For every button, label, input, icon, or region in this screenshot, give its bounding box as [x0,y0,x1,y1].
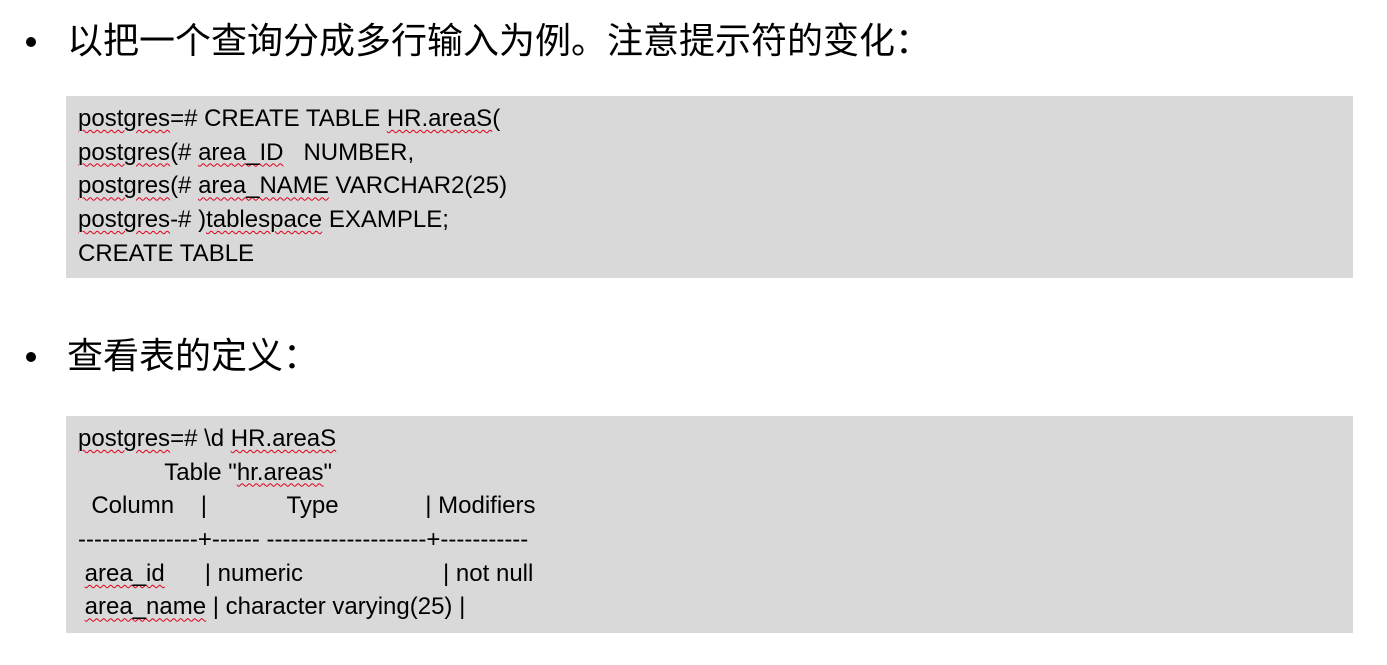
code-token-flagged: postgres [78,425,171,452]
code-line: postgres(# area_ID NUMBER, [78,136,1353,170]
bullet-dot-icon [26,37,36,47]
code-token: =# CREATE TABLE [170,105,387,132]
bullet-item-1: 以把一个查询分成多行输入为例。注意提示符的变化： [26,20,931,64]
code-token-flagged: hr.areas [236,458,324,486]
code-line: postgres(# area_NAME VARCHAR2(25) [78,169,1353,203]
code-line: CREATE TABLE [78,237,1353,271]
code-line: postgres=# \d HR.areaS [78,422,1353,456]
code-token: " [323,458,333,486]
code-line: Column | Type | Modifiers [78,489,1353,523]
code-token-flagged: area_name [84,593,207,621]
code-token-flagged: HR.areaS [386,105,493,132]
code-token: NUMBER, [283,138,415,166]
code-token: -# ) [170,206,207,234]
code-token-flagged: HR.areaS [230,425,337,452]
code-token-flagged: postgres [78,105,171,132]
code-token-flagged: area_ID [198,138,284,166]
code-token: EXAMPLE; [322,206,449,234]
section1-heading: 以把一个查询分成多行输入为例。注意提示符的变化： [67,21,932,62]
code-token: ( [492,105,501,132]
code-line: ---------------+------ -----------------… [78,523,1353,557]
code-line: Table "hr.areas" [78,456,1353,490]
code-token-flagged: postgres [78,172,171,200]
code-token-flagged: tablespace [206,206,323,234]
code-line: area_name | character varying(25) | [78,590,1353,624]
code-token-flagged: area_id [84,559,165,587]
code-token: VARCHAR2(25) [328,172,508,200]
code-token: (# [170,138,199,166]
code-token: | character varying(25) | [206,593,466,621]
code-token: Column | Type | Modifiers [78,492,536,520]
code-token: Table " [78,458,237,486]
code-block-describe-table: postgres=# \d HR.areaS Table "hr.areas" … [66,416,1353,633]
section2-heading: 查看表的定义： [67,336,320,377]
code-token-flagged: area_NAME [198,172,329,200]
bullet-item-2: 查看表的定义： [26,335,319,379]
code-token: ---------------+------ -----------------… [78,526,529,554]
code-token: (# [170,172,199,200]
code-block-create-table: postgres=# CREATE TABLE HR.areaS(postgre… [66,96,1353,278]
code-token-flagged: postgres [78,138,171,166]
code-line: postgres=# CREATE TABLE HR.areaS( [78,102,1353,136]
code-token: | numeric | not null [164,559,534,587]
code-token: CREATE TABLE [78,239,255,267]
bullet-dot-icon [26,352,36,362]
code-token-flagged: postgres [78,206,171,234]
code-line: area_id | numeric | not null [78,557,1353,591]
code-line: postgres-# )tablespace EXAMPLE; [78,203,1353,237]
code-token: =# \d [170,425,231,452]
